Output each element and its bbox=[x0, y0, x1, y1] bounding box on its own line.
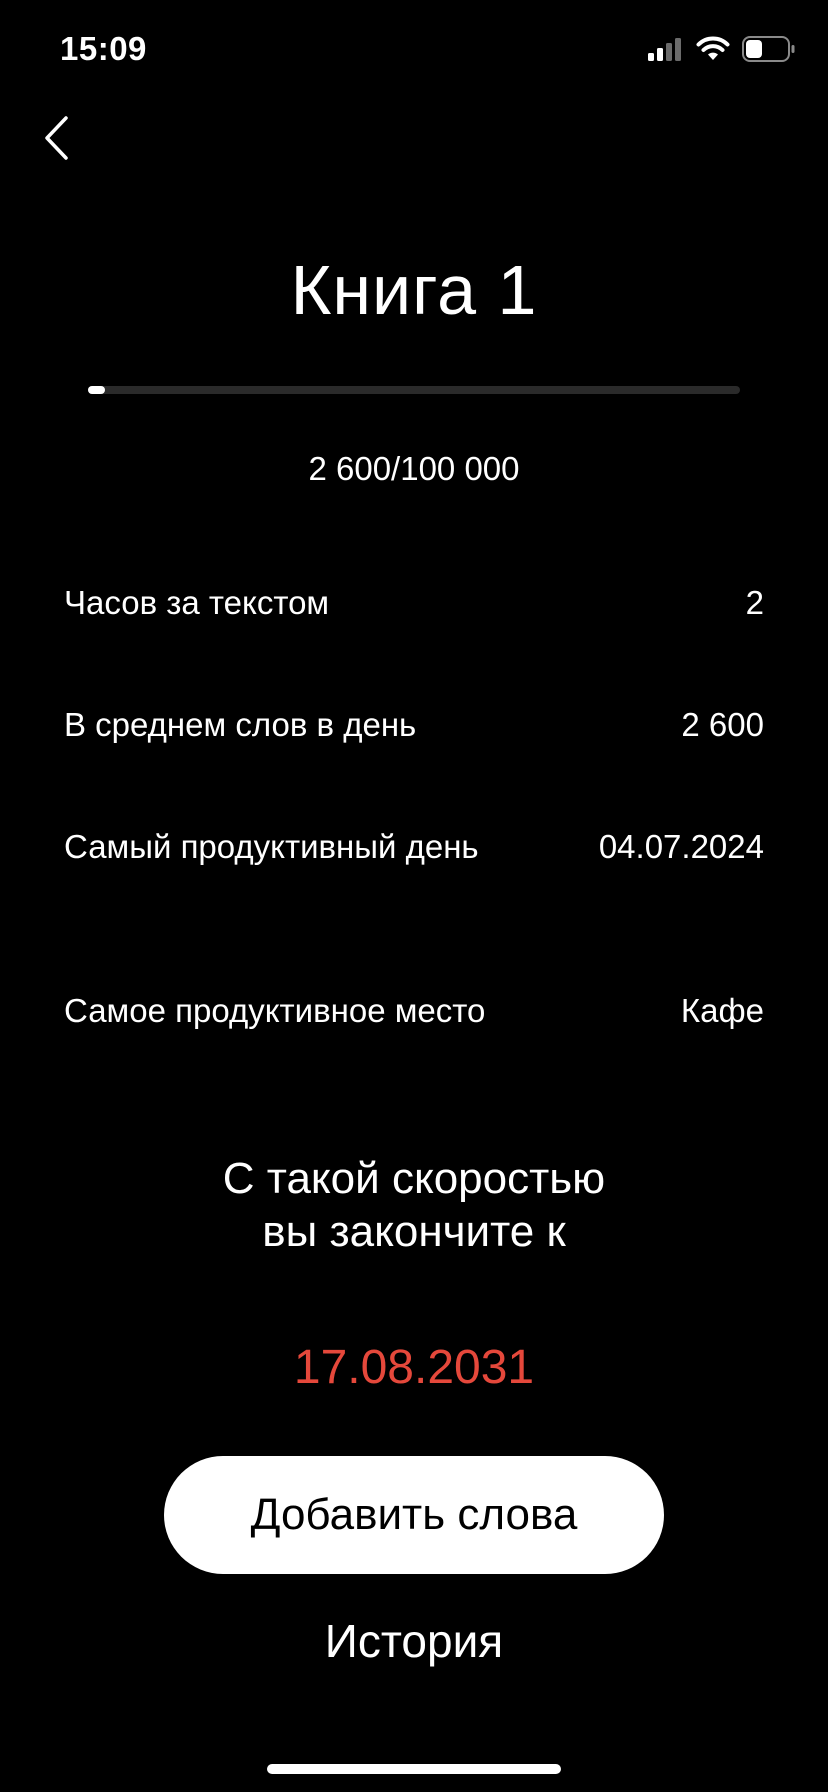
status-bar: 15:09 bbox=[0, 0, 828, 100]
stat-label: Часов за текстом bbox=[64, 584, 330, 621]
stat-label: В среднем слов в день bbox=[64, 706, 417, 743]
signal-icon bbox=[648, 37, 684, 66]
stat-value: 2 600 bbox=[681, 706, 764, 743]
stat-row-best-day: Самый продуктивный день 04.07.2024 bbox=[64, 826, 764, 867]
wifi-icon bbox=[696, 36, 730, 67]
progress-count: 2 600/100 000 bbox=[308, 450, 520, 487]
back-button[interactable] bbox=[36, 112, 76, 168]
status-time: 15:09 bbox=[60, 30, 147, 67]
prediction-line-2: вы закончите к bbox=[262, 1207, 566, 1256]
status-icons bbox=[648, 36, 796, 67]
stat-row-hours: Часов за текстом 2 bbox=[64, 582, 764, 623]
battery-icon bbox=[742, 36, 796, 67]
history-link[interactable]: История bbox=[0, 1614, 828, 1668]
progress-bar bbox=[88, 386, 740, 394]
chevron-left-icon bbox=[42, 115, 70, 166]
prediction-line-1: С такой скоростью bbox=[222, 1154, 606, 1203]
stat-value: Кафе bbox=[680, 992, 764, 1029]
stat-value: 04.07.2024 bbox=[598, 828, 764, 865]
add-words-button[interactable]: Добавить слова bbox=[164, 1456, 664, 1574]
stat-value: 2 bbox=[745, 584, 764, 621]
progress-fill bbox=[88, 386, 105, 394]
page-title: Книга 1 bbox=[290, 251, 538, 329]
home-indicator bbox=[267, 1764, 561, 1774]
stat-label: Самый продуктивный день bbox=[64, 828, 479, 865]
stat-row-average: В среднем слов в день 2 600 bbox=[64, 704, 764, 745]
finish-date: 17.08.2031 bbox=[293, 1341, 535, 1394]
stat-label: Самое продуктивное место bbox=[64, 992, 486, 1029]
prediction-text: С такой скоростью вы закончите к bbox=[0, 1152, 828, 1258]
stat-row-best-place: Самое продуктивное место Кафе bbox=[64, 990, 764, 1031]
